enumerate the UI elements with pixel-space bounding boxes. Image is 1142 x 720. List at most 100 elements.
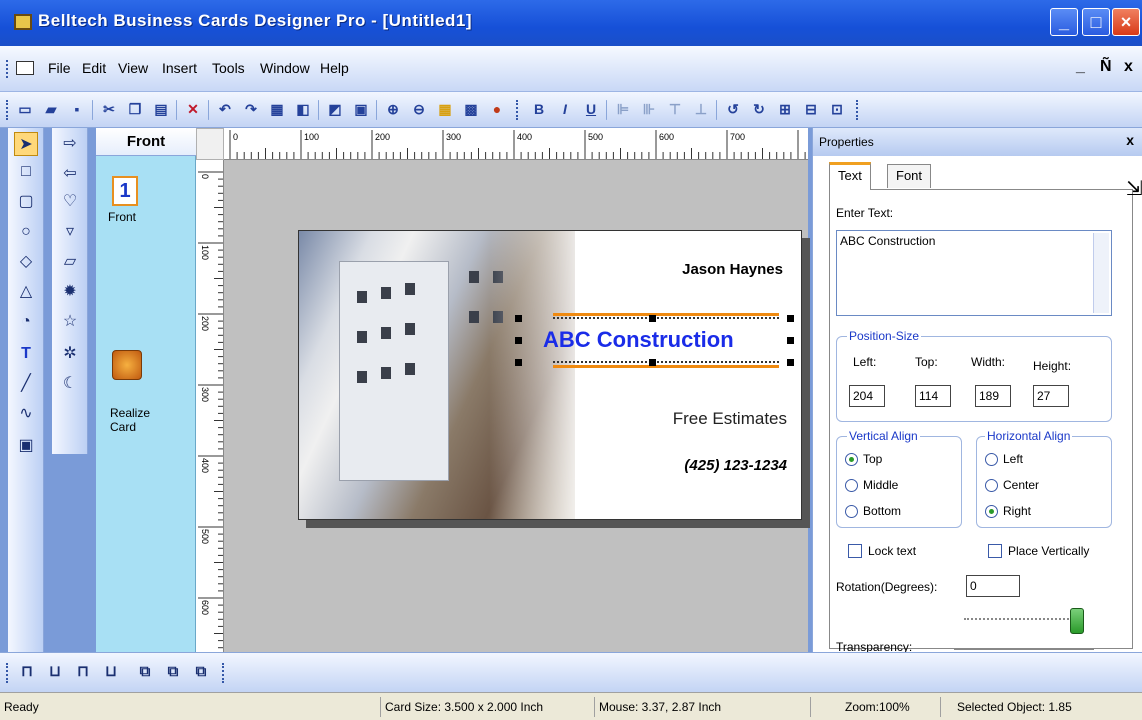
group-icon[interactable]: ⊓ [72, 661, 94, 683]
star-shape-icon[interactable]: ☆ [58, 310, 82, 334]
align-right-icon[interactable]: ⊪ [638, 98, 660, 120]
toolbar-grip[interactable] [6, 100, 9, 120]
left-input[interactable]: 204 [849, 385, 885, 407]
card-orange-line-top[interactable] [553, 313, 779, 316]
mdi-restore-button[interactable]: Ñ [1100, 58, 1112, 76]
print-icon[interactable]: ▦ [266, 98, 288, 120]
menu-edit[interactable]: Edit [82, 60, 106, 76]
copy-icon[interactable]: ❐ [124, 98, 146, 120]
resize-handle[interactable] [515, 337, 522, 344]
cut-icon[interactable]: ✂ [98, 98, 120, 120]
resize-handle[interactable] [515, 315, 522, 322]
menu-insert[interactable]: Insert [162, 60, 197, 76]
menu-help[interactable]: Help [320, 60, 349, 76]
send-backward-icon[interactable]: ⧉ [162, 661, 184, 683]
close-button[interactable]: × [1112, 8, 1140, 36]
minimize-button[interactable]: _ [1050, 8, 1078, 36]
card-phone-text[interactable]: (425) 123-1234 [684, 457, 787, 474]
card-company-text[interactable]: ABC Construction [543, 327, 734, 353]
bring-forward-icon[interactable]: ⧉ [134, 661, 156, 683]
halign-right-radio[interactable] [985, 505, 998, 518]
card-name-text[interactable]: Jason Haynes [682, 261, 783, 278]
bring-to-front-icon[interactable]: ⧉ [190, 661, 212, 683]
document-icon[interactable] [16, 61, 34, 75]
resize-handle[interactable] [787, 315, 794, 322]
width-input[interactable]: 189 [975, 385, 1011, 407]
underline-icon[interactable]: U [580, 98, 602, 120]
center-vertical-icon[interactable]: ⊟ [800, 98, 822, 120]
realize-card-label[interactable]: Realize Card [110, 406, 150, 434]
transparency-slider-thumb[interactable] [1070, 608, 1084, 634]
properties-icon[interactable]: ▩ [460, 98, 482, 120]
diamond-tool-icon[interactable]: ◇ [14, 250, 38, 274]
bold-icon[interactable]: B [528, 98, 550, 120]
callout-shape-icon[interactable]: ♡ [58, 190, 82, 214]
toolbar-grip[interactable] [516, 100, 519, 120]
center-horizontal-icon[interactable]: ⊞ [774, 98, 796, 120]
resize-handle[interactable] [787, 337, 794, 344]
zoom-in-icon[interactable]: ⊕ [382, 98, 404, 120]
starburst-shape-icon[interactable]: ✹ [58, 280, 82, 304]
moon-shape-icon[interactable]: ☾ [58, 372, 82, 396]
align-left-icon[interactable]: ⊫ [612, 98, 634, 120]
business-card[interactable]: Jason Haynes ABC Construction Free Estim… [298, 230, 802, 520]
realize-card-icon[interactable] [112, 350, 142, 380]
curve-tool-icon[interactable]: ∿ [14, 402, 38, 426]
lock-icon[interactable]: ⊓ [16, 661, 38, 683]
align-bottom-icon[interactable]: ⊥ [690, 98, 712, 120]
delete-icon[interactable]: ✕ [182, 98, 204, 120]
toolbar-grip[interactable] [856, 100, 859, 120]
burst-shape-icon[interactable]: ✲ [58, 342, 82, 366]
top-input[interactable]: 114 [915, 385, 951, 407]
properties-close-button[interactable]: x [1126, 132, 1134, 148]
redo-icon[interactable]: ↷ [240, 98, 262, 120]
rotate-right-icon[interactable]: ↻ [748, 98, 770, 120]
resize-handle[interactable] [515, 359, 522, 366]
resize-handle[interactable] [649, 359, 656, 366]
background-icon[interactable]: ▣ [350, 98, 372, 120]
open-icon[interactable]: ▰ [40, 98, 62, 120]
undo-icon[interactable]: ↶ [214, 98, 236, 120]
text-tool-icon[interactable]: T [14, 342, 38, 366]
rotation-input[interactable]: 0 [966, 575, 1020, 597]
save-icon[interactable]: ▪ [66, 98, 88, 120]
grid-icon[interactable]: ▦ [434, 98, 456, 120]
parallelogram-shape-icon[interactable]: ▱ [58, 250, 82, 274]
maximize-button[interactable]: □ [1082, 8, 1110, 36]
halign-center-radio[interactable] [985, 479, 998, 492]
lock-text-checkbox[interactable] [848, 544, 862, 558]
zoom-out-icon[interactable]: ⊖ [408, 98, 430, 120]
menu-file[interactable]: File [48, 60, 71, 76]
transparency-slider-track[interactable] [954, 648, 1094, 650]
center-both-icon[interactable]: ⊡ [826, 98, 848, 120]
menu-window[interactable]: Window [260, 60, 310, 76]
valign-bottom-radio[interactable] [845, 505, 858, 518]
place-vertically-checkbox[interactable] [988, 544, 1002, 558]
resize-handle[interactable] [787, 359, 794, 366]
triangle-tool-icon[interactable]: △ [14, 280, 38, 304]
enter-text-field[interactable]: ABC Construction [836, 230, 1112, 316]
callout-down-shape-icon[interactable]: ▿ [58, 220, 82, 244]
realize-icon[interactable]: ● [486, 98, 508, 120]
tab-font[interactable]: Font [887, 164, 932, 188]
print-preview-icon[interactable]: ◧ [292, 98, 314, 120]
valign-middle-radio[interactable] [845, 479, 858, 492]
arrow-right-shape-icon[interactable]: ⇨ [58, 132, 82, 156]
halign-left-radio[interactable] [985, 453, 998, 466]
ellipse-tool-icon[interactable]: ○ [14, 220, 38, 244]
rotate-left-icon[interactable]: ↺ [722, 98, 744, 120]
toolbar-grip[interactable] [222, 663, 225, 683]
paste-icon[interactable]: ▤ [150, 98, 172, 120]
mdi-close-button[interactable]: x [1124, 58, 1133, 76]
arrow-left-shape-icon[interactable]: ⇦ [58, 162, 82, 186]
height-input[interactable]: 27 [1033, 385, 1069, 407]
menu-tools[interactable]: Tools [212, 60, 245, 76]
ungroup-icon[interactable]: ⊔ [100, 661, 122, 683]
resize-handle[interactable] [649, 315, 656, 322]
unlock-icon[interactable]: ⊔ [44, 661, 66, 683]
enter-text-scrollbar[interactable] [1093, 233, 1109, 313]
menu-grip[interactable] [6, 60, 9, 78]
menu-view[interactable]: View [118, 60, 148, 76]
new-icon[interactable]: ▭ [14, 98, 36, 120]
rounded-rectangle-tool-icon[interactable]: ▢ [14, 190, 38, 214]
